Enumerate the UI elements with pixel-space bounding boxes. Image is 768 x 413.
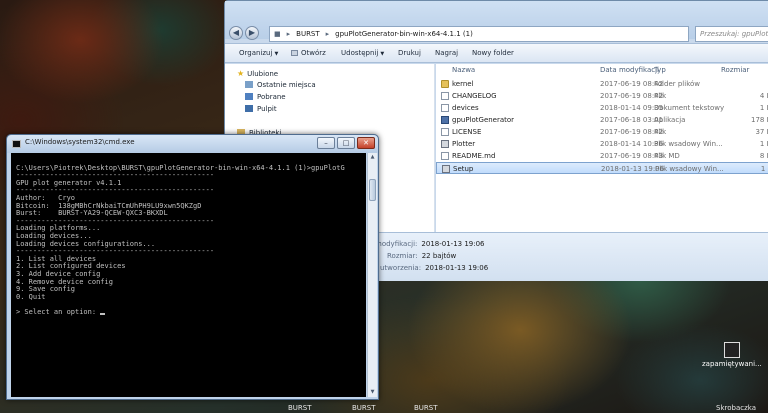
- bat-icon: [442, 165, 450, 173]
- doc-icon: [441, 104, 449, 112]
- share-menu[interactable]: Udostępnij ▼: [341, 44, 384, 64]
- nav-favorites[interactable]: ★ Ulubione: [237, 68, 278, 79]
- file-size: 178 KB: [751, 116, 768, 124]
- file-name: devices: [452, 104, 479, 112]
- burn-button[interactable]: Nagraj: [435, 44, 458, 64]
- folder-icon: ■: [274, 30, 281, 38]
- cmd-titlebar[interactable]: C:\Windows\system32\cmd.exe – □ ✕: [7, 135, 378, 153]
- detail-modified: modyfikacji: 2018-01-13 19:06: [375, 240, 485, 248]
- console-scrollbar[interactable]: ▲ ▼: [367, 153, 377, 397]
- doc-icon: [441, 128, 449, 136]
- file-list: Nazwa Data modyfikacji Typ Rozmiar kerne…: [436, 64, 768, 232]
- maximize-button[interactable]: □: [337, 137, 355, 149]
- open-button[interactable]: Otwórz: [291, 44, 326, 64]
- search-input[interactable]: Przeszukaj: gpuPlotG: [695, 26, 768, 42]
- desktop-icon: [245, 105, 253, 112]
- file-type: Plik: [654, 92, 667, 100]
- taskbar-item[interactable]: Skrobaczka: [716, 404, 756, 412]
- nav-desktop[interactable]: Pulpit: [245, 104, 277, 115]
- close-button[interactable]: ✕: [357, 137, 375, 149]
- taskbar-item[interactable]: BURST: [352, 404, 376, 412]
- file-size: 37 KB: [755, 128, 768, 136]
- back-button[interactable]: ◀: [229, 26, 243, 40]
- file-row[interactable]: Setup 2018-01-13 19:06 Plik wsadowy Win...…: [436, 162, 768, 174]
- column-name[interactable]: Nazwa: [452, 65, 475, 75]
- console-line: > Select an option:: [16, 308, 366, 317]
- column-size[interactable]: Rozmiar: [721, 65, 749, 75]
- file-row[interactable]: gpuPlotGenerator 2017-06-18 03:01 Aplikacj…: [436, 114, 768, 126]
- file-row[interactable]: kernel 2017-06-19 08:42 Folder plików: [436, 78, 768, 90]
- file-type: Plik: [654, 128, 667, 136]
- address-bar[interactable]: ■ ▸ BURST ▸ gpuPlotGenerator-bin-win-x64-4.1…: [269, 26, 689, 42]
- console-output[interactable]: C:\Users\Piotrek\Desktop\BURST\gpuPlotGe…: [11, 153, 366, 397]
- file-type: Dokument tekstowy: [654, 104, 725, 112]
- cmd-title: C:\Windows\system32\cmd.exe: [25, 138, 135, 146]
- star-icon: ★: [237, 69, 245, 78]
- chevron-right-icon: ▸: [286, 30, 291, 38]
- file-type: Folder plików: [654, 80, 701, 88]
- file-name: gpuPlotGenerator: [452, 116, 515, 124]
- console-line: 0. Quit: [16, 292, 46, 301]
- scroll-down-icon[interactable]: ▼: [368, 388, 377, 397]
- organize-menu[interactable]: Organizuj ▼: [239, 44, 278, 64]
- nav-recent-places[interactable]: Ostatnie miejsca: [245, 80, 316, 91]
- breadcrumb-segment[interactable]: BURST: [296, 30, 320, 38]
- file-type: Aplikacja: [654, 116, 686, 124]
- minimize-button[interactable]: –: [317, 137, 335, 149]
- file-row[interactable]: CHANGELOG2017-06-19 08:42Plik4 KB: [436, 90, 768, 102]
- file-type: Plik MD: [654, 152, 680, 160]
- breadcrumb-segment[interactable]: gpuPlotGenerator-bin-win-x64-4.1.1 (1): [335, 30, 473, 38]
- file-name: README.md: [452, 152, 496, 160]
- downloads-icon: [245, 93, 253, 100]
- new-folder-button[interactable]: Nowy folder: [472, 44, 514, 64]
- open-icon: [291, 50, 298, 56]
- print-button[interactable]: Drukuj: [398, 44, 421, 64]
- scrollbar-thumb[interactable]: [369, 179, 376, 201]
- recent-places-icon: [245, 81, 253, 88]
- file-name: LICENSE: [452, 128, 482, 136]
- scroll-up-icon[interactable]: ▲: [368, 153, 377, 162]
- app-icon: [441, 116, 449, 124]
- taskbar-item[interactable]: BURST: [288, 404, 312, 412]
- detail-size: Rozmiar: 22 bajtów: [387, 252, 457, 260]
- file-size: 1 KB: [759, 140, 768, 148]
- file-type: Plik wsadowy Win...: [655, 165, 724, 173]
- file-name: Setup: [453, 165, 474, 173]
- console-line: 9. Save config: [16, 285, 76, 294]
- chevron-down-icon: ▼: [274, 51, 279, 57]
- file-row[interactable]: Plotter 2018-01-14 10:36 Plik wsadowy Win.…: [436, 138, 768, 150]
- column-type[interactable]: Typ: [654, 65, 666, 75]
- doc-icon: [441, 92, 449, 100]
- file-type: Plik wsadowy Win...: [654, 140, 723, 148]
- column-date[interactable]: Data modyfikacji: [600, 65, 659, 75]
- file-size: 1 KB: [760, 165, 768, 173]
- file-name: Plotter: [452, 140, 476, 148]
- nav-downloads[interactable]: Pobrane: [245, 92, 286, 103]
- file-size: 1 KB: [759, 104, 768, 112]
- desktop-shortcut[interactable]: zapamiętywani...: [702, 342, 762, 368]
- taskbar-item[interactable]: BURST: [414, 404, 438, 412]
- folder-icon: [441, 80, 449, 88]
- file-size: 8 KB: [759, 152, 768, 160]
- desktop-shortcut-label: zapamiętywani...: [702, 360, 762, 368]
- command-bar: Organizuj ▼ Otwórz Udostępnij ▼ Drukuj Nag…: [225, 43, 768, 63]
- doc-icon: [441, 152, 449, 160]
- file-name: CHANGELOG: [452, 92, 497, 100]
- chevron-down-icon: ▼: [380, 51, 385, 57]
- detail-created: utworzenia: 2018-01-13 19:06: [380, 264, 489, 272]
- chevron-right-icon: ▸: [325, 30, 330, 38]
- cmd-icon: [12, 140, 21, 148]
- cmd-window: C:\Windows\system32\cmd.exe – □ ✕ C:\Use…: [6, 134, 379, 400]
- forward-button[interactable]: ▶: [245, 26, 259, 40]
- bat-icon: [441, 140, 449, 148]
- file-row[interactable]: README.md2017-06-19 08:43Plik MD8 KB: [436, 150, 768, 162]
- text-cursor: [100, 312, 106, 315]
- file-size: 4 KB: [759, 92, 768, 100]
- address-row: ◀ ▶ ■ ▸ BURST ▸ gpuPlotGenerator-bin-win-x64…: [225, 1, 768, 42]
- file-name: kernel: [452, 80, 474, 88]
- file-row[interactable]: devices 2018-01-14 09:35 Dokument tekstowy…: [436, 102, 768, 114]
- shortcut-icon: [723, 342, 740, 358]
- file-row[interactable]: LICENSE2017-06-19 08:42Plik37 KB: [436, 126, 768, 138]
